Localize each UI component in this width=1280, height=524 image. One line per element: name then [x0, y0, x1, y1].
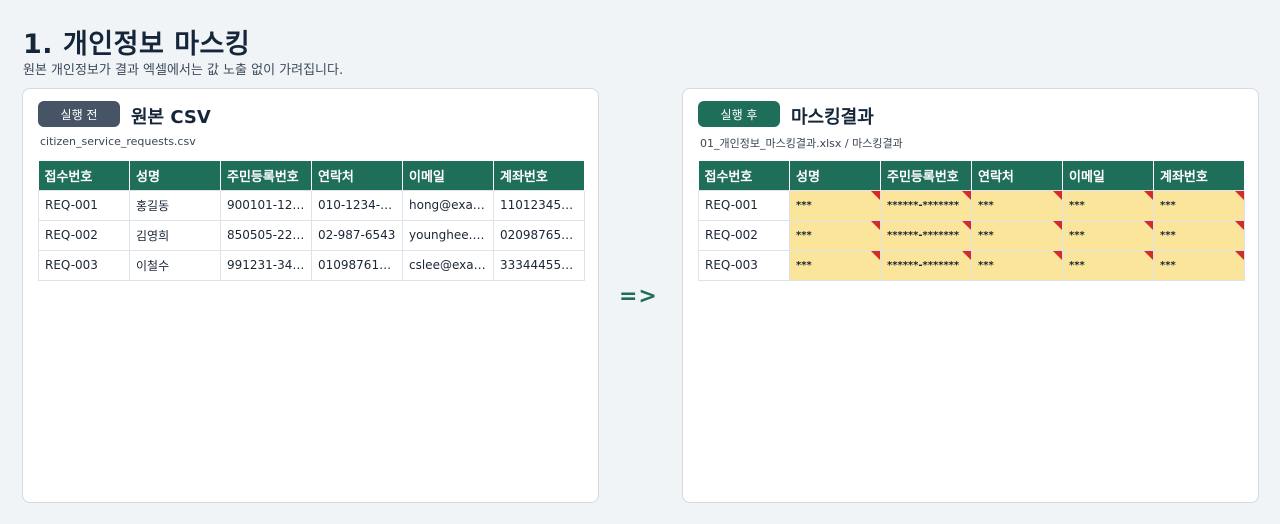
original-table: 접수번호 성명 주민등록번호 연락처 이메일 계좌번호 REQ-001 홍길동 … — [38, 161, 585, 281]
table-header-row: 접수번호 성명 주민등록번호 연락처 이메일 계좌번호 — [38, 161, 585, 190]
column-header-account: 계좌번호 — [493, 161, 585, 190]
page-subtitle: 원본 개인정보가 결과 엑셀에서는 값 노출 없이 가려집니다. — [23, 63, 344, 78]
column-header-phone: 연락처 — [971, 161, 1063, 190]
masked-cell: *** — [1062, 219, 1154, 251]
result-file-name: 01_개인정보_마스킹결과.xlsx / 마스킹결과 — [700, 137, 903, 150]
table-cell: younghee.kim@example.com — [402, 219, 494, 251]
table-row: REQ-002 김영희 850505-2234567 02-987-6543 y… — [38, 219, 585, 251]
masked-cell: *** — [1153, 189, 1245, 221]
masked-cell: ******-******* — [880, 189, 972, 221]
table-row: REQ-002 *** ******-******* *** *** *** — [698, 219, 1245, 251]
masked-table: 접수번호 성명 주민등록번호 연락처 이메일 계좌번호 REQ-001 *** … — [698, 161, 1245, 281]
masked-cell: *** — [1062, 249, 1154, 281]
column-header-receipt-no: 접수번호 — [698, 161, 790, 190]
table-cell: 850505-2234567 — [220, 219, 312, 251]
table-cell: 이철수 — [129, 249, 221, 281]
after-badge: 실행 후 — [698, 101, 780, 127]
masked-cell: *** — [971, 249, 1063, 281]
table-cell: 010-1234-5678 — [311, 189, 403, 221]
column-header-resident-id: 주민등록번호 — [880, 161, 972, 190]
table-row: REQ-001 *** ******-******* *** *** *** — [698, 189, 1245, 221]
column-header-phone: 연락처 — [311, 161, 403, 190]
column-header-receipt-no: 접수번호 — [38, 161, 130, 190]
table-cell: hong@example.com — [402, 189, 494, 221]
page-title: 1. 개인정보 마스킹 — [23, 29, 251, 60]
table-cell: REQ-001 — [38, 189, 130, 221]
table-cell: 02-987-6543 — [311, 219, 403, 251]
masked-cell: *** — [971, 189, 1063, 221]
result-panel-title: 마스킹결과 — [791, 107, 874, 128]
before-badge: 실행 전 — [38, 101, 120, 127]
masked-cell: ******-******* — [880, 249, 972, 281]
masked-cell: *** — [789, 249, 881, 281]
original-panel-title: 원본 CSV — [131, 107, 211, 128]
table-row: REQ-001 홍길동 900101-1234567 010-1234-5678… — [38, 189, 585, 221]
original-file-name: citizen_service_requests.csv — [40, 135, 196, 148]
transform-arrow-icon: => — [619, 284, 658, 309]
masked-cell: ******-******* — [880, 219, 972, 251]
column-header-account: 계좌번호 — [1153, 161, 1245, 190]
table-header-row: 접수번호 성명 주민등록번호 연락처 이메일 계좌번호 — [698, 161, 1245, 190]
table-row: REQ-003 이철수 991231-3456789 010987612345 … — [38, 249, 585, 281]
column-header-name: 성명 — [129, 161, 221, 190]
table-cell: 333444555666 — [493, 249, 585, 281]
table-cell: 900101-1234567 — [220, 189, 312, 221]
masked-cell: *** — [1062, 189, 1154, 221]
masked-cell: *** — [971, 219, 1063, 251]
column-header-resident-id: 주민등록번호 — [220, 161, 312, 190]
column-header-email: 이메일 — [402, 161, 494, 190]
table-cell: REQ-001 — [698, 189, 790, 221]
table-cell: 110123456789 — [493, 189, 585, 221]
masked-cell: *** — [789, 219, 881, 251]
table-cell: REQ-003 — [698, 249, 790, 281]
table-cell: 991231-3456789 — [220, 249, 312, 281]
column-header-name: 성명 — [789, 161, 881, 190]
table-cell: REQ-002 — [698, 219, 790, 251]
table-cell: REQ-002 — [38, 219, 130, 251]
table-cell: 020987654321 — [493, 219, 585, 251]
original-csv-panel: 실행 전 원본 CSV citizen_service_requests.csv… — [22, 88, 599, 503]
masked-cell: *** — [1153, 219, 1245, 251]
masked-cell: *** — [1153, 249, 1245, 281]
table-cell: 홍길동 — [129, 189, 221, 221]
table-row: REQ-003 *** ******-******* *** *** *** — [698, 249, 1245, 281]
masked-result-panel: 실행 후 마스킹결과 01_개인정보_마스킹결과.xlsx / 마스킹결과 접수… — [682, 88, 1259, 503]
table-cell: REQ-003 — [38, 249, 130, 281]
table-cell: 김영희 — [129, 219, 221, 251]
table-cell: cslee@example.com — [402, 249, 494, 281]
table-cell: 010987612345 — [311, 249, 403, 281]
column-header-email: 이메일 — [1062, 161, 1154, 190]
masked-cell: *** — [789, 189, 881, 221]
